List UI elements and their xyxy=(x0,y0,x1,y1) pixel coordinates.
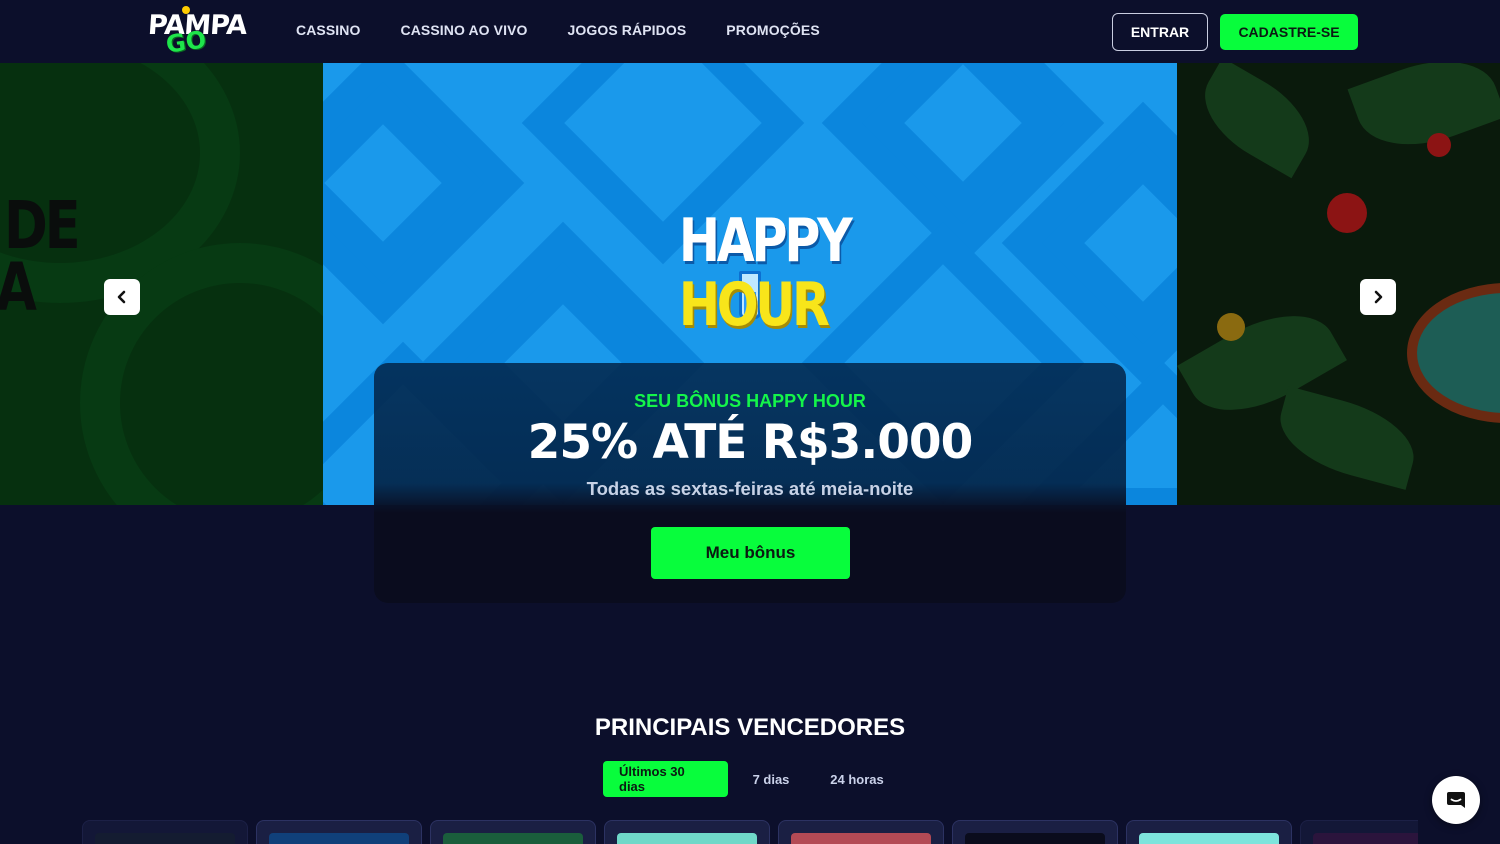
happy-hour-logo: HAPPY HOUR xyxy=(678,206,853,340)
nav-jogos-rapidos[interactable]: JOGOS RÁPIDOS xyxy=(568,22,687,38)
jungle-leaf xyxy=(1347,63,1500,165)
game-thumbnail xyxy=(965,833,1105,844)
winner-card[interactable] xyxy=(1126,820,1292,844)
winner-card[interactable] xyxy=(430,820,596,844)
winner-card[interactable] xyxy=(1300,820,1418,844)
logo-text-bottom: GO xyxy=(164,25,208,59)
promo-description: Todas as sextas-feiras até meia-noite xyxy=(586,478,914,499)
chevron-right-icon xyxy=(1374,290,1383,304)
nav-promocoes[interactable]: PROMOÇÕES xyxy=(726,22,819,38)
tab-24-hours[interactable]: 24 horas xyxy=(814,761,900,797)
carousel-next-button[interactable] xyxy=(1360,279,1396,315)
winners-list xyxy=(82,820,1418,844)
winner-card[interactable] xyxy=(778,820,944,844)
slide-previous-text: DE A xyxy=(0,187,81,321)
game-thumbnail xyxy=(617,833,757,844)
tab-last-30-days[interactable]: Últimos 30 dias xyxy=(603,761,728,797)
chat-icon xyxy=(1447,792,1465,808)
carousel-slide-previous[interactable]: DE A xyxy=(0,63,323,505)
game-thumbnail xyxy=(1139,833,1279,844)
game-thumbnail xyxy=(791,833,931,844)
carousel-slide-next[interactable] xyxy=(1177,63,1500,505)
my-bonus-button[interactable]: Meu bônus xyxy=(651,527,850,579)
login-button[interactable]: ENTRAR xyxy=(1112,13,1208,51)
pampa-go-logo[interactable]: PAMPA GO xyxy=(146,6,247,59)
game-thumbnail xyxy=(95,833,235,844)
carousel-prev-button[interactable] xyxy=(104,279,140,315)
winner-card[interactable] xyxy=(82,820,248,844)
promo-title: 25% ATÉ R$3.000 xyxy=(527,415,974,470)
chevron-left-icon xyxy=(117,290,126,304)
nav-cassino-ao-vivo[interactable]: CASSINO AO VIVO xyxy=(401,22,528,38)
nav-cassino[interactable]: CASSINO xyxy=(296,22,361,38)
yellow-flower xyxy=(1217,313,1245,341)
promo-card: SEU BÔNUS HAPPY HOUR 25% ATÉ R$3.000 Tod… xyxy=(374,363,1126,603)
top-header: PAMPA GO CASSINO CASSINO AO VIVO JOGOS R… xyxy=(0,0,1500,63)
main-nav: CASSINO CASSINO AO VIVO JOGOS RÁPIDOS PR… xyxy=(296,22,820,38)
winner-card[interactable] xyxy=(256,820,422,844)
promo-subtitle: SEU BÔNUS HAPPY HOUR xyxy=(634,391,866,411)
winners-period-tabs: Últimos 30 dias 7 dias 24 horas xyxy=(603,761,900,797)
card-table xyxy=(1407,283,1500,423)
red-flower xyxy=(1327,193,1367,233)
game-thumbnail xyxy=(443,833,583,844)
red-flower xyxy=(1427,133,1451,157)
game-thumbnail xyxy=(1313,833,1418,844)
winner-card[interactable] xyxy=(604,820,770,844)
tab-7-days[interactable]: 7 dias xyxy=(728,761,814,797)
jungle-leaf xyxy=(1270,386,1424,490)
support-chat-button[interactable] xyxy=(1432,776,1480,824)
game-thumbnail xyxy=(269,833,409,844)
winners-section-title: PRINCIPAIS VENCEDORES xyxy=(594,714,906,741)
winner-card[interactable] xyxy=(952,820,1118,844)
jungle-leaf xyxy=(1187,63,1327,179)
signup-button[interactable]: CADASTRE-SE xyxy=(1220,14,1358,50)
